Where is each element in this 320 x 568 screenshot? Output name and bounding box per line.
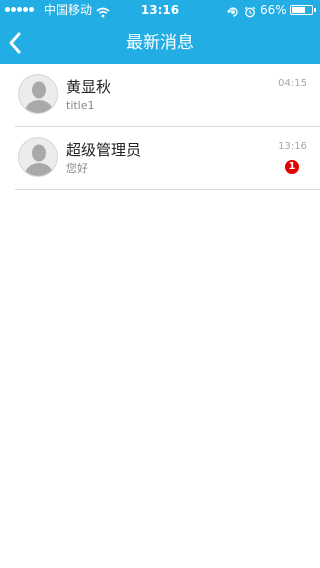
contact-name: 黄显秋 [66, 78, 112, 96]
header: 中国移动 13:16 66% 最新消息 [0, 0, 320, 64]
battery-icon [290, 5, 313, 15]
avatar [18, 137, 58, 177]
battery-tip [314, 8, 316, 12]
message-preview: 您好 [66, 162, 88, 175]
user-silhouette-icon [24, 144, 54, 176]
conversation-item[interactable]: 超级管理员 您好 13:16 1 [15, 127, 320, 190]
message-preview: title1 [66, 99, 95, 112]
page-title: 最新消息 [126, 33, 194, 53]
status-bar: 中国移动 13:16 66% [0, 0, 320, 20]
conversation-list: 黄显秋 title1 04:15 超级管理员 您好 13:16 1 [0, 64, 320, 190]
conversation-item[interactable]: 黄显秋 title1 04:15 [15, 64, 320, 127]
message-time: 13:16 [278, 141, 307, 152]
contact-name: 超级管理员 [66, 141, 142, 159]
battery-percent: 66% [260, 3, 287, 17]
unread-badge: 1 [285, 160, 299, 174]
alarm-icon [244, 4, 256, 24]
avatar [18, 74, 58, 114]
user-silhouette-icon [24, 81, 54, 113]
message-time: 04:15 [278, 78, 307, 89]
rotation-lock-icon [227, 4, 239, 24]
